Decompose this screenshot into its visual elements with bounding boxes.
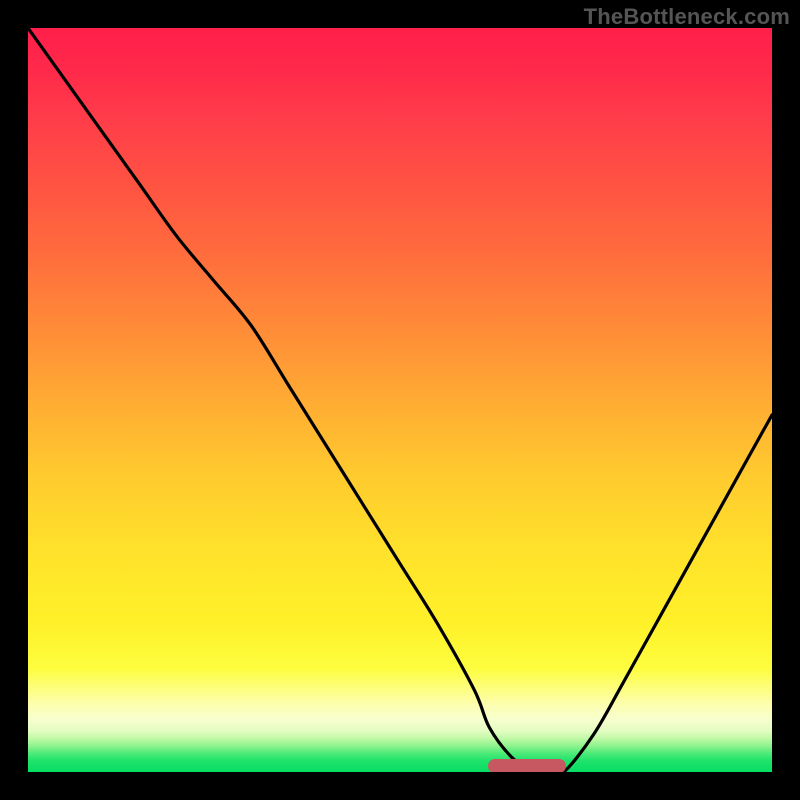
chart-stage: TheBottleneck.com — [0, 0, 800, 800]
optimal-range-marker — [488, 759, 566, 772]
plot-area — [28, 28, 772, 772]
watermark-text: TheBottleneck.com — [584, 4, 790, 30]
bottleneck-curve — [28, 28, 772, 772]
